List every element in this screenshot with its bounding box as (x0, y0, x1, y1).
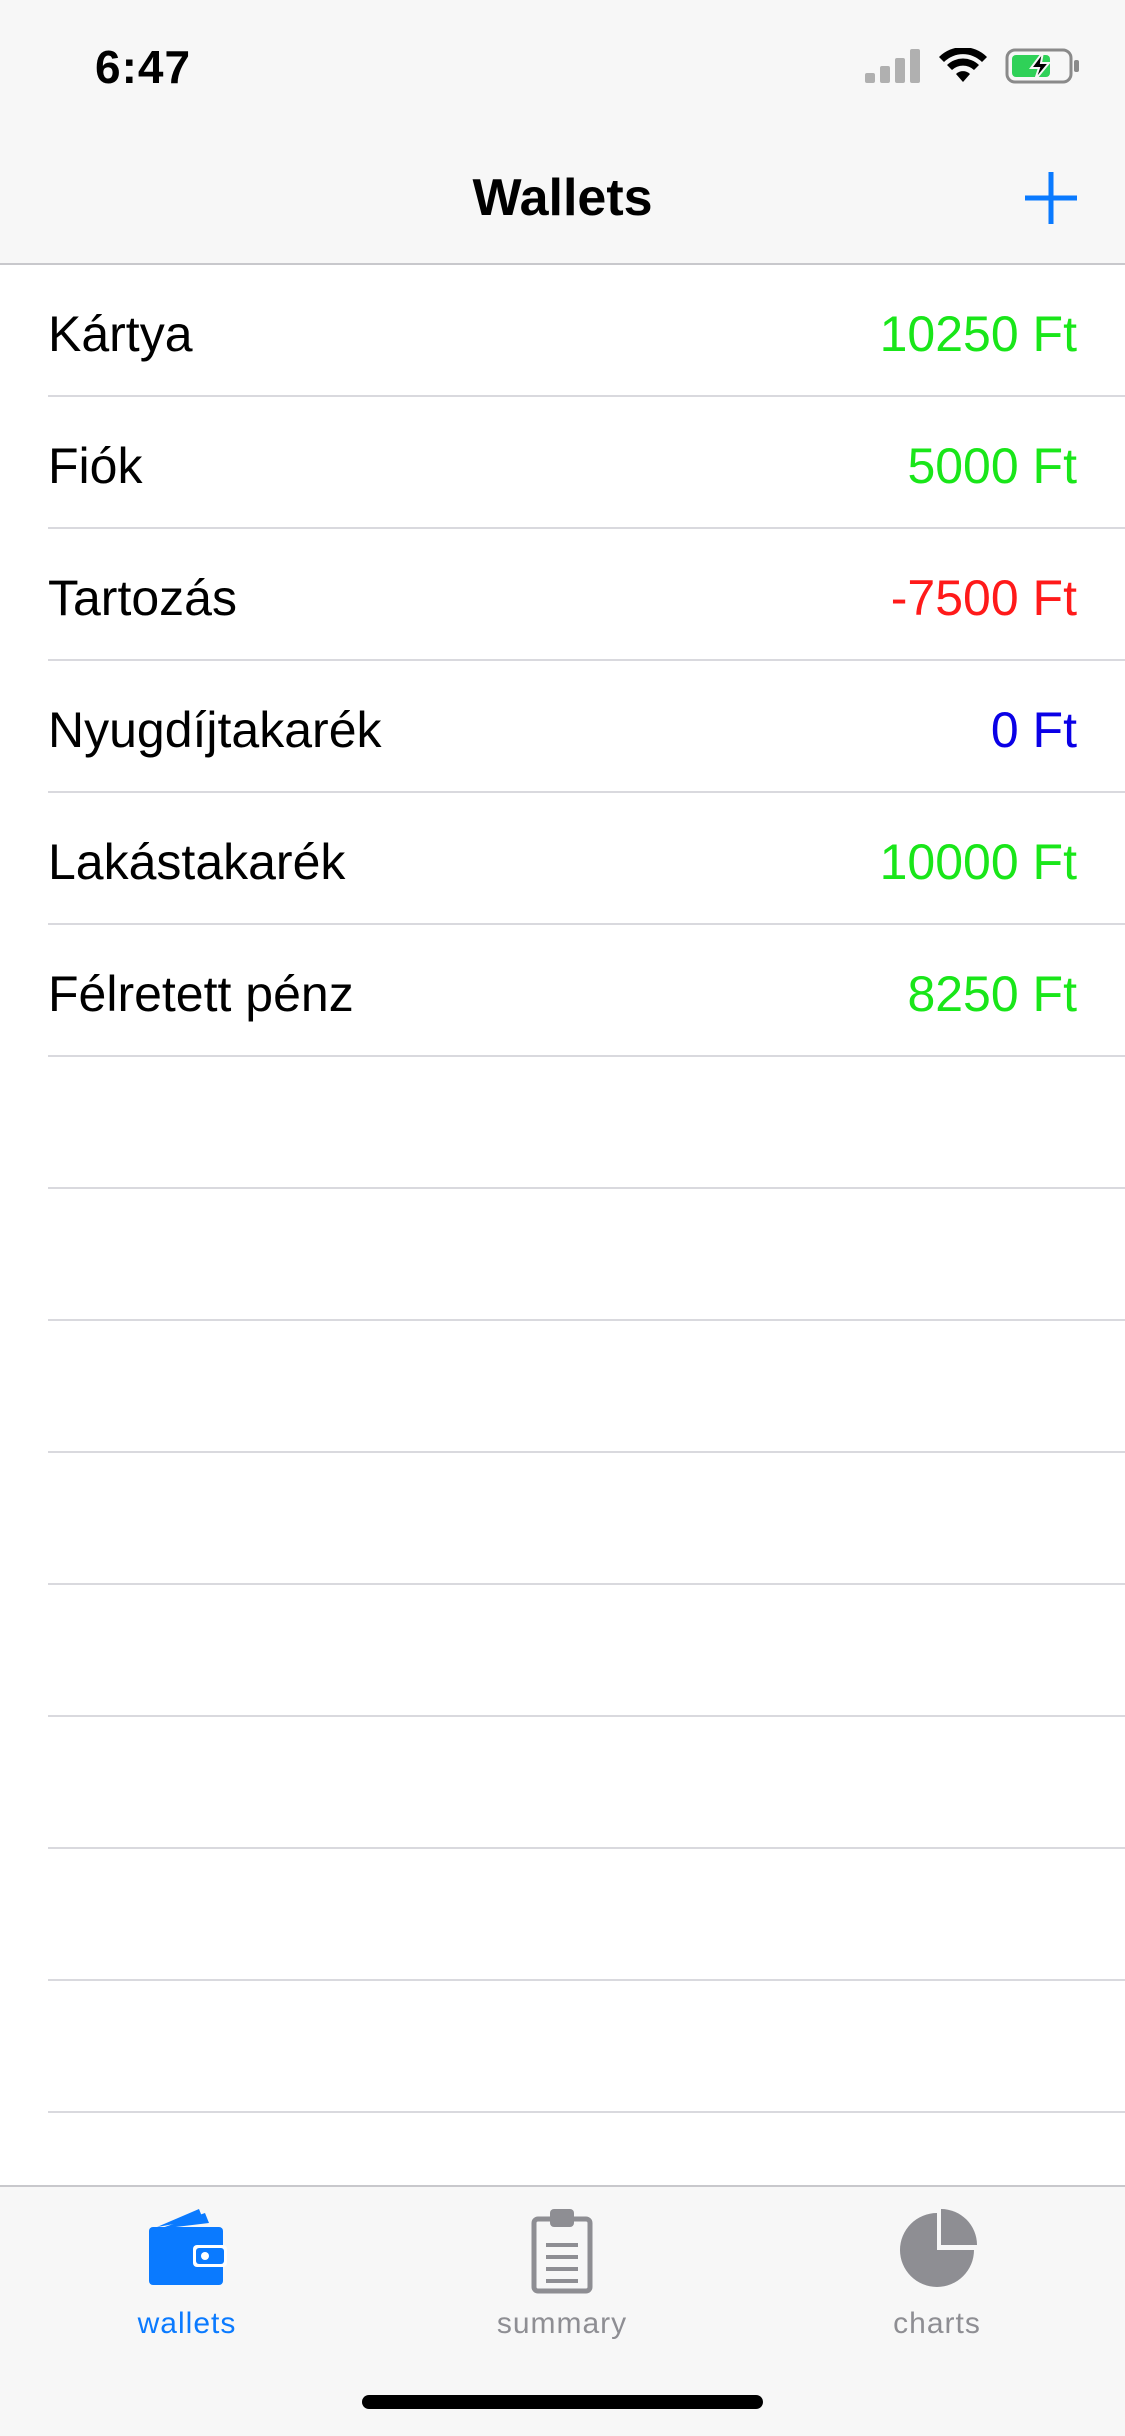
tab-charts[interactable]: charts (812, 2205, 1062, 2345)
empty-list-row (48, 1453, 1125, 1585)
wifi-icon (939, 48, 987, 82)
tab-label: wallets (137, 2307, 237, 2340)
empty-list-row (48, 1321, 1125, 1453)
wallet-name: Lakástakarék (48, 834, 346, 890)
tab-label: summary (496, 2307, 628, 2340)
add-wallet-button[interactable] (1021, 168, 1081, 228)
wallet-name: Kártya (48, 306, 193, 362)
battery-charging-icon (1005, 48, 1079, 84)
tab-label: charts (893, 2307, 981, 2340)
wallet-name: Tartozás (48, 570, 237, 626)
wallet-name: Félretett pénz (48, 966, 354, 1022)
wallet-amount: 8250 Ft (907, 966, 1077, 1022)
pie-chart-icon (900, 2209, 977, 2287)
wallet-row[interactable]: Kártya 10250 Ft (48, 265, 1125, 397)
wallet-amount: 0 Ft (990, 702, 1077, 758)
wallet-row[interactable]: Lakástakarék 10000 Ft (48, 793, 1125, 925)
status-icons (865, 48, 1081, 84)
status-time: 6:47 (95, 41, 192, 93)
tab-summary[interactable]: summary (437, 2205, 687, 2345)
empty-list-row (48, 1849, 1125, 1981)
plus-icon (1025, 172, 1077, 224)
top-bar: 6:47 Wallets (0, 0, 1125, 265)
wallet-amount: 5000 Ft (907, 438, 1077, 494)
home-indicator[interactable] (362, 2395, 763, 2409)
page-title: Wallets (472, 169, 653, 227)
clipboard-icon (531, 2209, 593, 2294)
empty-list-row (48, 1189, 1125, 1321)
wallet-icon (149, 2209, 227, 2285)
empty-list-row (48, 1585, 1125, 1717)
wallet-row[interactable]: Fiók 5000 Ft (48, 397, 1125, 529)
wallet-name: Nyugdíjtakarék (48, 702, 382, 758)
wallet-amount: -7500 Ft (890, 570, 1077, 626)
wallet-amount: 10250 Ft (879, 306, 1077, 362)
wallet-row[interactable]: Nyugdíjtakarék 0 Ft (48, 661, 1125, 793)
wallet-amount: 10000 Ft (879, 834, 1077, 890)
empty-list-row (48, 1981, 1125, 2113)
empty-list-row (48, 1057, 1125, 1189)
wallet-name: Fiók (48, 438, 143, 494)
tab-wallets[interactable]: wallets (62, 2205, 312, 2345)
wallet-list: Kártya 10250 Ft Fiók 5000 Ft Tartozás -7… (0, 265, 1125, 2113)
wallet-row[interactable]: Tartozás -7500 Ft (48, 529, 1125, 661)
empty-list-row (48, 1717, 1125, 1849)
cellular-signal-icon (865, 49, 920, 83)
wallet-row[interactable]: Félretett pénz 8250 Ft (48, 925, 1125, 1057)
